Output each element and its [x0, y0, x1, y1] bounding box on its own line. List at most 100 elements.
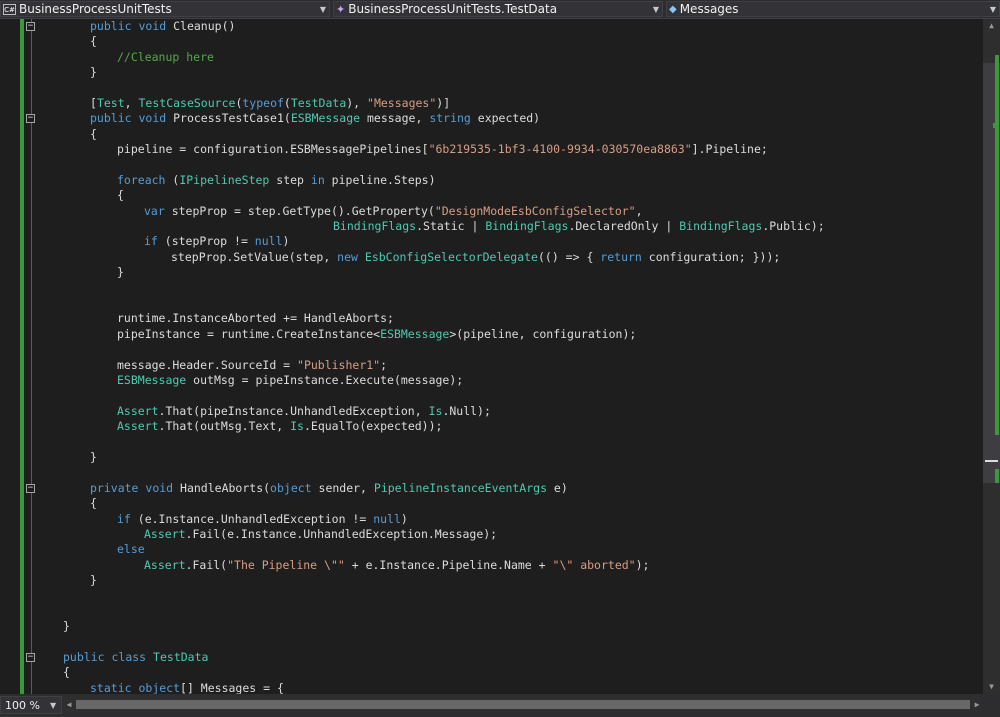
code-line[interactable]: static object[] Messages = { — [36, 681, 983, 694]
code-line[interactable]: { — [36, 496, 983, 511]
code-line[interactable]: if (e.Instance.UnhandledException != nul… — [36, 512, 983, 527]
code-token: .That(outMsg.Text, — [158, 419, 291, 434]
code-line[interactable] — [36, 158, 983, 173]
code-line[interactable]: } — [36, 450, 983, 465]
scroll-up-arrow-icon[interactable]: ▲ — [983, 19, 1000, 33]
code-token: ), — [346, 95, 368, 110]
code-line[interactable] — [36, 604, 983, 619]
code-token: null — [373, 511, 401, 526]
code-line[interactable]: private void HandleAborts(object sender,… — [36, 481, 983, 496]
project-dropdown-label: BusinessProcessUnitTests — [19, 2, 172, 16]
code-token: stepProp.SetValue(step, — [171, 249, 338, 264]
code-line[interactable]: Assert.That(outMsg.Text, Is.EqualTo(expe… — [36, 419, 983, 434]
field-icon: ◆ — [669, 3, 677, 15]
editor-bottom-bar: 100 % ▼ ◀ ▶ — [0, 694, 1000, 717]
code-token: { — [90, 126, 97, 141]
collapse-icon[interactable]: − — [26, 22, 35, 31]
code-line[interactable]: [Test, TestCaseSource(typeof(TestData), … — [36, 96, 983, 111]
horizontal-scrollbar[interactable]: ◀ ▶ — [63, 696, 983, 714]
code-token: (e.Instance.UnhandledException != — [130, 511, 374, 526]
collapse-icon[interactable]: − — [26, 114, 35, 124]
code-line[interactable]: foreach (IPipelineStep step in pipeline.… — [36, 173, 983, 188]
code-token: object — [138, 680, 181, 694]
code-line[interactable] — [36, 465, 983, 480]
code-line[interactable]: { — [36, 188, 983, 203]
code-line[interactable]: } — [36, 619, 983, 634]
code-token: (() => { — [537, 249, 601, 264]
code-line[interactable] — [36, 388, 983, 403]
code-token: outMsg = pipeInstance.Execute(message); — [186, 372, 464, 387]
collapse-icon[interactable]: − — [26, 653, 35, 663]
code-token: .Static | — [416, 219, 486, 234]
code-token: ESBMessage — [290, 111, 361, 126]
horizontal-scroll-thumb[interactable] — [76, 700, 970, 709]
code-token: Assert — [117, 419, 159, 434]
code-line[interactable]: Assert.That(pipeInstance.UnhandledExcept… — [36, 404, 983, 419]
code-token: BindingFlags — [679, 219, 763, 234]
code-line[interactable]: Assert.Fail(e.Instance.UnhandledExceptio… — [36, 527, 983, 542]
code-line[interactable]: BindingFlags.Static | BindingFlags.Decla… — [36, 219, 983, 234]
code-line[interactable] — [36, 588, 983, 603]
code-line[interactable] — [36, 81, 983, 96]
code-editor[interactable]: − − − − public void Cleanup(){//Cleanup her… — [0, 19, 983, 694]
code-line[interactable] — [36, 296, 983, 311]
code-line[interactable]: public void Cleanup() — [36, 19, 983, 34]
code-token: class — [111, 650, 147, 665]
code-token: void — [138, 19, 167, 33]
code-token: [] Messages = { — [180, 680, 284, 694]
scroll-down-arrow-icon[interactable]: ▼ — [983, 680, 1000, 694]
code-token: ); — [635, 557, 650, 572]
code-line[interactable]: message.Header.SourceId = "Publisher1"; — [36, 358, 983, 373]
scroll-right-arrow-icon[interactable]: ▶ — [971, 696, 983, 714]
code-token: } — [90, 65, 97, 80]
zoom-dropdown[interactable]: 100 % ▼ — [0, 696, 62, 714]
code-line[interactable] — [36, 342, 983, 357]
code-line[interactable]: { — [36, 34, 983, 49]
code-token: Test — [96, 95, 125, 110]
code-token: } — [90, 573, 97, 588]
code-token: , — [635, 203, 643, 218]
code-token: ) — [400, 511, 408, 526]
code-line[interactable]: } — [36, 573, 983, 588]
vertical-scrollbar[interactable]: ▲ ▼ — [983, 19, 1000, 694]
code-token: ProcessTestCase1( — [166, 111, 291, 126]
code-token: .Fail( — [185, 557, 228, 572]
code-line[interactable]: public class TestData — [36, 650, 983, 665]
code-token: , — [124, 95, 139, 110]
code-line[interactable]: pipeline = configuration.ESBMessagePipel… — [36, 142, 983, 157]
code-token: { — [63, 665, 70, 680]
code-line[interactable]: { — [36, 127, 983, 142]
code-line[interactable] — [36, 281, 983, 296]
code-line[interactable]: if (stepProp != null) — [36, 234, 983, 249]
scroll-left-arrow-icon[interactable]: ◀ — [63, 696, 75, 714]
project-dropdown[interactable]: C# BusinessProcessUnitTests ▼ — [0, 1, 330, 17]
code-line[interactable] — [36, 635, 983, 650]
code-line[interactable]: } — [36, 265, 983, 280]
collapse-icon[interactable]: − — [26, 484, 35, 493]
code-line[interactable]: { — [36, 665, 983, 680]
code-line[interactable] — [36, 435, 983, 450]
code-line[interactable]: var stepProp = step.GetType().GetPropert… — [36, 204, 983, 219]
member-dropdown[interactable]: ◆ Messages ▼ — [666, 1, 1000, 17]
chevron-down-icon: ▼ — [989, 4, 997, 14]
code-line[interactable]: Assert.Fail("The Pipeline \"" + e.Instan… — [36, 558, 983, 573]
type-dropdown[interactable]: ✦ BusinessProcessUnitTests.TestData ▼ — [333, 1, 663, 17]
code-token: .Public); — [762, 219, 825, 234]
code-token: ( — [283, 95, 291, 110]
code-token: pipeline = configuration.ESBMessagePipel… — [117, 142, 429, 157]
code-line[interactable]: stepProp.SetValue(step, new EsbConfigSel… — [36, 250, 983, 265]
code-line[interactable]: } — [36, 65, 983, 80]
code-line[interactable]: pipeInstance = runtime.CreateInstance<ES… — [36, 327, 983, 342]
code-token: HandleAborts( — [173, 480, 271, 495]
code-token: "\" aborted" — [552, 557, 636, 572]
code-line[interactable]: //Cleanup here — [36, 50, 983, 65]
code-token: object — [270, 480, 312, 495]
code-token: string — [429, 111, 471, 126]
code-text-area[interactable]: public void Cleanup(){//Cleanup here} [Te… — [36, 19, 983, 694]
code-line[interactable]: public void ProcessTestCase1(ESBMessage … — [36, 111, 983, 126]
zoom-level: 100 % — [5, 698, 40, 712]
code-line[interactable]: ESBMessage outMsg = pipeInstance.Execute… — [36, 373, 983, 388]
code-line[interactable]: else — [36, 542, 983, 557]
code-line[interactable]: runtime.InstanceAborted += HandleAborts; — [36, 311, 983, 326]
